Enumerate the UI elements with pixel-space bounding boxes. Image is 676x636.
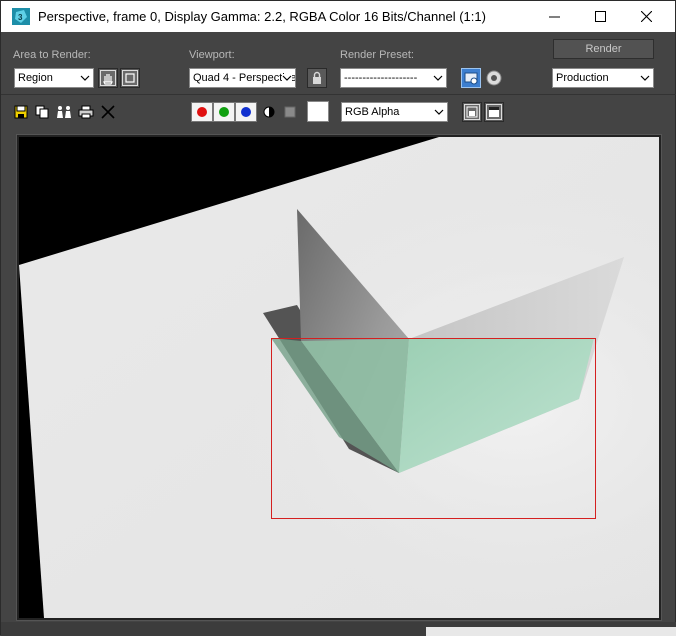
color-swatch[interactable] [307, 101, 329, 122]
green-channel-dot [219, 107, 229, 117]
monochrome-button[interactable] [259, 102, 279, 122]
save-image-icon [14, 105, 28, 119]
render-region-box[interactable] [271, 338, 596, 519]
monochrome-icon [263, 106, 275, 118]
copy-image-icon [35, 105, 49, 119]
minimize-icon [548, 16, 560, 18]
svg-text:3: 3 [18, 13, 23, 22]
viewport-value: Quad 4 - Perspective [193, 72, 296, 84]
chevron-down-icon [80, 75, 90, 81]
area-to-render-label: Area to Render: [13, 49, 91, 61]
print-icon [78, 105, 94, 119]
toggle-ui-icon [486, 104, 502, 120]
edit-region-button[interactable] [98, 68, 118, 88]
render-preset-dropdown[interactable]: -------------------- [340, 68, 447, 88]
render-setup-icon [464, 72, 478, 85]
copy-image-button[interactable] [32, 102, 52, 122]
area-to-render-dropdown[interactable]: Region [14, 68, 94, 88]
red-channel-toggle[interactable] [191, 102, 213, 122]
chevron-down-icon [282, 74, 292, 82]
lock-icon [313, 71, 321, 84]
channel-display-value: RGB Alpha [345, 106, 400, 118]
clone-frame-buffer-button[interactable] [54, 102, 74, 122]
render-preset-label: Render Preset: [340, 49, 414, 61]
red-channel-dot [197, 107, 207, 117]
maximize-button[interactable] [577, 1, 623, 32]
lock-viewport-button[interactable] [307, 68, 327, 88]
clone-frame-buffer-icon [57, 106, 71, 118]
toggle-overlay-button[interactable] [462, 102, 482, 122]
window-title: Perspective, frame 0, Display Gamma: 2.2… [38, 9, 486, 24]
channel-display-dropdown[interactable]: RGB Alpha [341, 102, 448, 122]
clear-icon [101, 105, 115, 119]
close-icon [640, 11, 652, 22]
blue-channel-dot [241, 107, 251, 117]
rendered-frame-window: 3 Perspective, frame 0, Display Gamma: 2… [0, 0, 676, 636]
rendered-image[interactable] [19, 137, 659, 618]
hand-icon [100, 70, 116, 86]
environment-icon [486, 70, 502, 86]
maximize-icon [594, 11, 606, 22]
chevron-down-icon [434, 109, 444, 115]
render-preset-value: -------------------- [344, 72, 418, 84]
render-mode-dropdown[interactable]: Production [552, 68, 654, 88]
clear-color-button[interactable] [280, 102, 300, 122]
title-bar[interactable]: 3 Perspective, frame 0, Display Gamma: 2… [1, 1, 675, 32]
3ds-max-icon: 3 [12, 8, 30, 25]
chevron-down-icon [433, 74, 443, 82]
environment-button[interactable] [484, 68, 504, 88]
clear-button[interactable] [98, 102, 118, 122]
viewport-label: Viewport: [189, 49, 235, 61]
toggle-overlay-icon [464, 104, 480, 120]
render-viewport-frame [16, 134, 662, 621]
chevron-down-icon [640, 75, 650, 81]
viewport-dropdown[interactable]: Quad 4 - Perspective [189, 68, 296, 88]
close-button[interactable] [623, 1, 669, 32]
render-setup-button[interactable] [461, 68, 481, 88]
area-to-render-value: Region [18, 72, 53, 84]
minimize-button[interactable] [531, 1, 577, 32]
toolbar-divider [1, 94, 676, 95]
auto-region-button[interactable] [120, 68, 140, 88]
blue-channel-toggle[interactable] [235, 102, 257, 122]
green-channel-toggle[interactable] [213, 102, 235, 122]
render-mode-value: Production [556, 72, 609, 84]
render-button[interactable]: Render [553, 39, 654, 59]
crop-region-icon [122, 70, 138, 86]
print-button[interactable] [76, 102, 96, 122]
clear-color-icon [284, 106, 296, 118]
save-image-button[interactable] [11, 102, 31, 122]
toggle-ui-button[interactable] [484, 102, 504, 122]
